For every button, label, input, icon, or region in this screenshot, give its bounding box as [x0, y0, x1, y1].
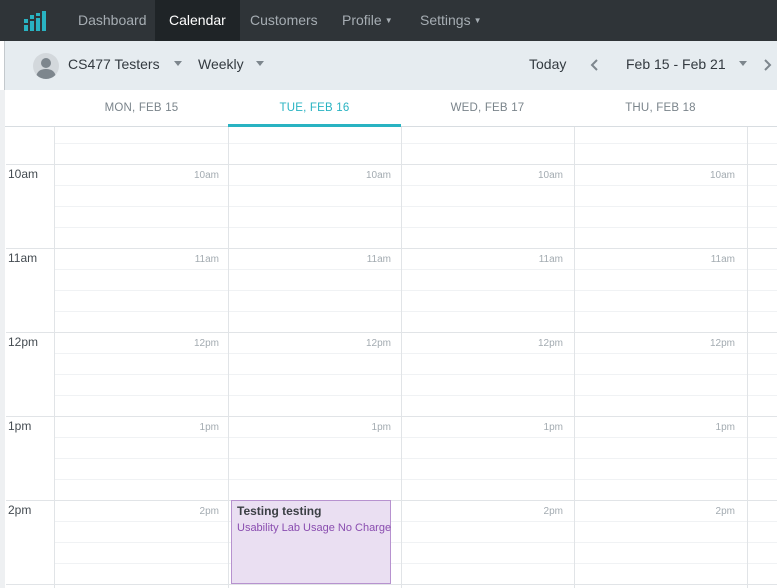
cell-hour-label: 11am: [710, 254, 735, 265]
nav-customers[interactable]: Customers: [236, 0, 332, 41]
caret-down-icon: [256, 61, 265, 66]
grid-line: [55, 458, 777, 459]
chevron-right-icon: [764, 59, 772, 71]
cell-hour-label: 1pm: [371, 422, 391, 433]
left-gutter-strip: [0, 90, 5, 588]
day-header-mon[interactable]: MON, FEB 15: [55, 90, 228, 127]
group-selector-label: CS477 Testers: [68, 56, 160, 72]
grid-line: [55, 311, 777, 312]
grid-line: [55, 143, 777, 144]
cell-hour-label: 10am: [193, 170, 219, 181]
column-divider: [54, 127, 55, 588]
view-selector-label: Weekly: [198, 56, 244, 72]
grid-line: [55, 185, 777, 186]
hour-label-10am: 10am: [8, 167, 39, 181]
avatar[interactable]: [33, 53, 59, 79]
column-divider: [574, 127, 575, 588]
grid-line: [6, 500, 777, 501]
grid-line: [55, 542, 777, 543]
hour-label-1pm: 1pm: [8, 419, 32, 433]
nav-profile-label: Profile: [342, 12, 382, 28]
caret-down-icon: [174, 61, 183, 66]
grid-line: [6, 332, 777, 333]
cell-hour-label: 10am: [365, 170, 391, 181]
nav-dashboard-label: Dashboard: [78, 12, 147, 28]
grid-line: [55, 437, 777, 438]
grid-line: [6, 164, 777, 165]
day-header-tue[interactable]: TUE, FEB 16: [228, 90, 401, 127]
next-week-button[interactable]: [761, 57, 773, 73]
today-button[interactable]: Today: [529, 56, 566, 74]
column-divider: [401, 127, 402, 588]
cell-hour-label: 1pm: [715, 422, 735, 433]
cell-hour-label: 11am: [194, 254, 219, 265]
cell-hour-label: 10am: [709, 170, 735, 181]
day-header-wed[interactable]: WED, FEB 17: [401, 90, 574, 127]
grid-line: [6, 416, 777, 417]
top-navigation-bar: Dashboard Calendar Customers Profile ▼ Se…: [0, 0, 777, 41]
hour-label-12pm: 12pm: [8, 335, 39, 349]
grid-line: [6, 248, 777, 249]
cell-hour-label: 2pm: [715, 506, 735, 517]
grid-line: [55, 395, 777, 396]
chevron-left-icon: [590, 59, 598, 71]
nav-calendar[interactable]: Calendar: [155, 0, 240, 41]
grid-line: [55, 479, 777, 480]
day-header-row: MON, FEB 15 TUE, FEB 16 WED, FEB 17 THU,…: [5, 90, 777, 127]
grid-line: [55, 563, 777, 564]
nav-dashboard[interactable]: Dashboard: [64, 0, 161, 41]
hour-label-2pm: 2pm: [8, 503, 32, 517]
user-icon: [36, 58, 56, 79]
event-subtitle: Usability Lab Usage No Charge: [237, 522, 392, 534]
cell-hour-label: 12pm: [193, 338, 219, 349]
cell-hour-label: 10am: [537, 170, 563, 181]
cell-hour-label: 12pm: [709, 338, 735, 349]
grid-line: [6, 584, 777, 585]
cell-hour-label: 2pm: [543, 506, 563, 517]
calendar-toolbar: CS477 Testers Weekly Today Feb 15 - Feb …: [5, 41, 777, 90]
event-title: Testing testing: [237, 504, 322, 518]
chevron-down-icon: ▼: [473, 16, 482, 25]
cell-hour-label: 11am: [538, 254, 563, 265]
nav-settings[interactable]: Settings ▼: [406, 0, 496, 41]
date-range-label: Feb 15 - Feb 21: [626, 56, 726, 72]
date-range-selector[interactable]: Feb 15 - Feb 21: [626, 56, 748, 74]
nav-profile[interactable]: Profile ▼: [328, 0, 407, 41]
view-selector[interactable]: Weekly: [198, 56, 265, 74]
column-divider: [228, 127, 229, 588]
grid-line: [55, 269, 777, 270]
grid-line: [55, 374, 777, 375]
today-button-label: Today: [529, 56, 567, 72]
grid-line: [55, 521, 777, 522]
cell-hour-label: 1pm: [199, 422, 219, 433]
app-logo-icon[interactable]: [24, 11, 46, 31]
cell-hour-label: 11am: [366, 254, 391, 265]
nav-calendar-label: Calendar: [169, 12, 226, 28]
prev-week-button[interactable]: [589, 57, 601, 73]
column-divider: [747, 127, 748, 588]
nav-customers-label: Customers: [250, 12, 318, 28]
cell-hour-label: 12pm: [365, 338, 391, 349]
group-selector[interactable]: CS477 Testers: [68, 56, 183, 74]
grid-line: [55, 290, 777, 291]
cell-hour-label: 2pm: [199, 506, 219, 517]
cell-hour-label: 12pm: [537, 338, 563, 349]
grid-line: [55, 206, 777, 207]
hour-label-11am: 11am: [8, 251, 38, 265]
day-header-thu[interactable]: THU, FEB 18: [574, 90, 747, 127]
nav-settings-label: Settings: [420, 12, 471, 28]
week-grid[interactable]: [6, 127, 777, 588]
chevron-down-icon: ▼: [384, 16, 393, 25]
calendar-event[interactable]: Testing testing Usability Lab Usage No C…: [231, 500, 391, 584]
caret-down-icon: [739, 61, 748, 66]
cell-hour-label: 1pm: [543, 422, 563, 433]
grid-line: [55, 227, 777, 228]
grid-line: [55, 353, 777, 354]
